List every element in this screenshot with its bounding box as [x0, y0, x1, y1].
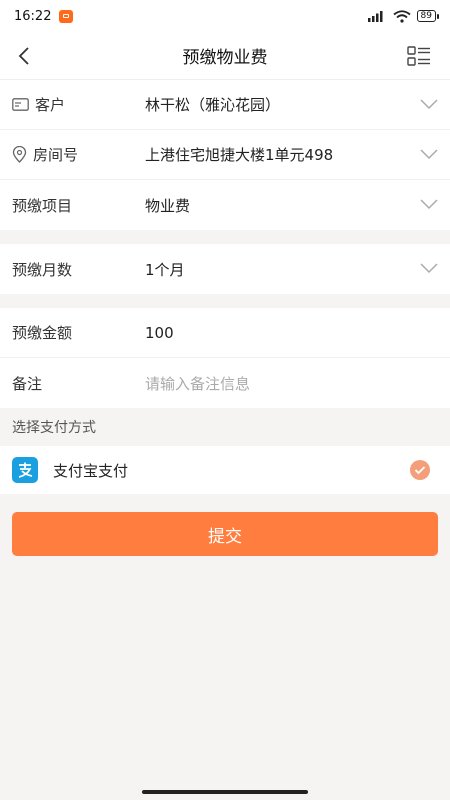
remark-input[interactable]: 请输入备注信息 [145, 373, 438, 394]
location-pin-icon [12, 146, 27, 163]
item-row[interactable]: 预缴项目 物业费 [0, 180, 450, 230]
page-title: 预缴物业费 [182, 48, 268, 68]
payment-option-alipay[interactable]: 支付宝支付 [0, 446, 450, 494]
info-group: 客户 林干松（雅沁花园） 房间号 上港住宅旭捷大楼1单元498 预缴项目 物业费 [0, 80, 450, 230]
amount-row: 预缴金额 100 [0, 308, 450, 358]
submit-wrap: 提交 [0, 494, 450, 556]
remark-label: 备注 [12, 374, 43, 393]
room-label-wrap: 房间号 [12, 144, 145, 165]
payment-section-label: 选择支付方式 [12, 420, 96, 436]
status-bar: 16:22 89 [0, 0, 450, 32]
amount-group: 预缴金额 100 备注 请输入备注信息 [0, 308, 450, 408]
room-label: 房间号 [33, 146, 79, 164]
home-indicator[interactable] [142, 790, 308, 794]
item-label-wrap: 预缴项目 [12, 195, 145, 216]
checkmark-icon[interactable] [410, 460, 430, 480]
back-button[interactable] [10, 42, 38, 70]
amount-value: 100 [145, 323, 174, 342]
alipay-label: 支付宝支付 [53, 461, 129, 480]
amount-label-wrap: 预缴金额 [12, 322, 145, 343]
list-icon [407, 46, 430, 66]
chevron-down-icon [420, 263, 438, 274]
nav-header: 预缴物业费 [0, 32, 450, 80]
chevron-left-icon [18, 47, 29, 65]
item-value: 物业费 [145, 196, 191, 215]
submit-button[interactable]: 提交 [12, 512, 438, 556]
customer-label: 客户 [35, 96, 66, 114]
chevron-down-icon [420, 99, 438, 110]
remark-row[interactable]: 备注 请输入备注信息 [0, 358, 450, 408]
customer-value: 林干松（雅沁花园） [145, 96, 281, 114]
chevron-down-icon [420, 149, 438, 160]
chevron-down-icon [420, 199, 438, 210]
status-left: 16:22 [14, 8, 74, 24]
room-row[interactable]: 房间号 上港住宅旭捷大楼1单元498 [0, 130, 450, 180]
signal-icon [367, 11, 383, 22]
months-value: 1个月 [145, 260, 185, 279]
customer-row[interactable]: 客户 林干松（雅沁花园） [0, 80, 450, 130]
customer-label-wrap: 客户 [12, 94, 145, 115]
remark-label-wrap: 备注 [12, 373, 145, 394]
app-notification-icon [59, 9, 74, 23]
amount-label: 预缴金额 [12, 324, 73, 342]
months-label-wrap: 预缴月数 [12, 259, 145, 280]
months-label: 预缴月数 [12, 260, 73, 279]
id-card-icon [12, 98, 29, 111]
alipay-icon [12, 457, 38, 483]
status-right: 89 [367, 9, 440, 23]
months-group: 预缴月数 1个月 [0, 244, 450, 294]
status-time: 16:22 [14, 8, 52, 24]
room-value: 上港住宅旭捷大楼1单元498 [145, 146, 334, 164]
months-row[interactable]: 预缴月数 1个月 [0, 244, 450, 294]
battery-indicator: 89 [416, 10, 440, 22]
list-menu-button[interactable] [406, 44, 432, 68]
item-label: 预缴项目 [12, 196, 73, 215]
wifi-icon [392, 9, 411, 23]
